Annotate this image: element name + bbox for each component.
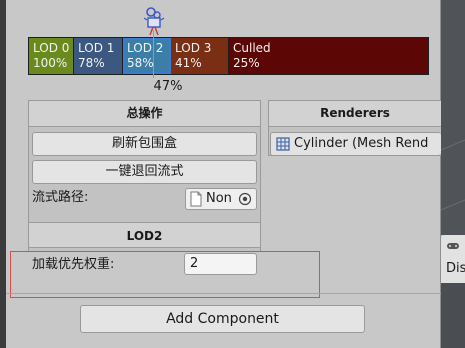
side-card[interactable]: Dis [441,235,465,283]
scene-view-bottom [441,283,465,348]
scene-view-background [441,0,465,235]
camera-icon[interactable] [144,6,164,36]
revert-to-streaming-button[interactable]: 一键退回流式 [32,160,257,184]
stream-path-field[interactable]: Non [185,188,257,210]
culled-name: Culled [233,41,271,55]
lod-1-name: LOD 1 [78,41,115,55]
refresh-bounds-button[interactable]: 刷新包围盒 [32,132,257,156]
lod-bar[interactable]: LOD 0 100% LOD 1 78% LOD 2 58% LOD 3 41%… [28,37,429,75]
stream-path-label: 流式路径: [32,190,89,205]
file-icon [190,191,202,207]
side-card-label: Dis [446,261,465,276]
lod-0-name: LOD 0 [33,41,70,55]
camera-position-line [153,30,154,78]
object-picker-icon[interactable] [238,192,252,206]
general-operations-header: 总操作 [29,101,260,127]
lod-3-percent: 41% [175,56,202,70]
stream-path-value: Non [206,191,232,206]
gamepad-icon [447,243,459,249]
component-separator [6,293,441,294]
culled-percent: 25% [233,56,260,70]
lod-3-segment[interactable]: LOD 3 41% [171,38,229,74]
lod-1-segment[interactable]: LOD 1 78% [74,38,123,74]
renderer-item-label: Cylinder (Mesh Rend [294,136,429,151]
lod-0-segment[interactable]: LOD 0 100% [29,38,74,74]
scene-grid-lines [441,139,465,211]
mesh-renderer-icon [276,137,290,151]
lod-0-percent: 100% [33,56,68,70]
add-component-button[interactable]: Add Component [80,305,365,333]
renderers-header: Renderers [269,101,441,127]
lod-2-segment[interactable]: LOD 2 58% [123,38,171,74]
culled-segment[interactable]: Culled 25% [229,38,428,74]
lod-1-percent: 78% [78,56,105,70]
lod2-section-header: LOD2 [29,222,260,248]
lod-2-name: LOD 2 [127,41,164,55]
highlight-annotation [10,251,320,298]
lod-3-name: LOD 3 [175,41,212,55]
lod-2-percent: 58% [127,56,154,70]
camera-percent-label: 47% [153,79,183,94]
renderer-item[interactable]: Cylinder (Mesh Rend [270,132,441,156]
